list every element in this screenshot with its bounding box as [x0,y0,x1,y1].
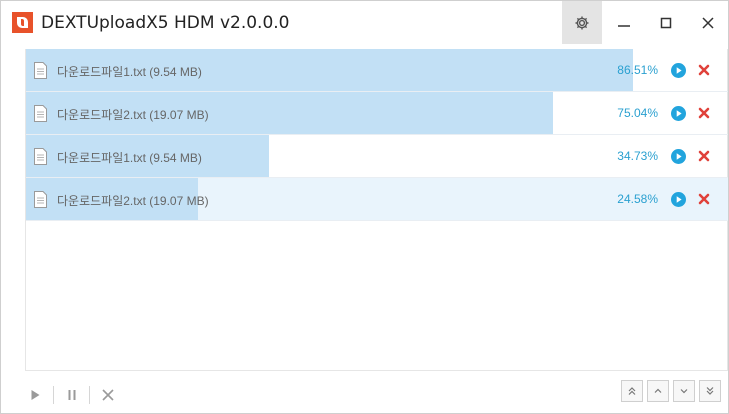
start-all-button[interactable] [21,381,49,409]
move-top-icon [628,387,636,395]
progress-percent: 34.73% [617,149,658,163]
file-icon [34,62,47,79]
list-border [25,49,26,371]
progress-percent: 75.04% [617,106,658,120]
play-icon[interactable] [671,192,686,207]
move-down-icon [680,389,688,394]
play-icon [31,390,40,400]
move-top-button[interactable] [621,380,643,402]
app-window: DEXTUploadX5 HDM v2.0.0.0 다운로드파일1.txt (9… [0,0,729,414]
file-icon [34,191,47,208]
play-icon[interactable] [671,106,686,121]
maximize-icon [660,17,672,28]
move-bottom-icon [706,387,714,395]
play-icon[interactable] [671,63,686,78]
move-bottom-button[interactable] [699,380,721,402]
dext-logo-icon [12,12,33,33]
file-name: 다운로드파일2.txt (19.07 MB) [57,194,209,208]
maximize-button[interactable] [646,1,686,44]
move-up-icon [654,388,662,393]
list-item[interactable]: 다운로드파일1.txt (9.54 MB) 34.73% [25,135,728,178]
minimize-button[interactable] [604,1,644,44]
toolbar-divider [53,386,54,404]
close-button[interactable] [688,1,728,44]
close-icon [702,16,714,29]
list-item[interactable]: 다운로드파일2.txt (19.07 MB) 75.04% [25,92,728,135]
settings-button[interactable] [562,1,602,44]
toolbar-divider [89,386,90,404]
file-icon [34,148,47,165]
move-down-button[interactable] [673,380,695,402]
file-name: 다운로드파일1.txt (9.54 MB) [57,65,202,79]
file-icon [34,105,47,122]
bottom-toolbar [25,376,728,414]
pause-icon [68,390,76,400]
move-up-button[interactable] [647,380,669,402]
file-name: 다운로드파일1.txt (9.54 MB) [57,151,202,165]
list-item[interactable]: 다운로드파일2.txt (19.07 MB) 24.58% [25,178,728,221]
title-bar: DEXTUploadX5 HDM v2.0.0.0 [1,1,728,44]
remove-icon[interactable] [697,106,711,120]
remove-icon[interactable] [697,63,711,77]
stop-all-button[interactable] [94,381,122,409]
pause-all-button[interactable] [58,381,86,409]
remove-icon[interactable] [697,192,711,206]
minimize-icon [618,24,630,27]
progress-percent: 86.51% [617,63,658,77]
progress-percent: 24.58% [617,192,658,206]
file-name: 다운로드파일2.txt (19.07 MB) [57,108,209,122]
stop-icon [102,389,114,401]
play-icon[interactable] [671,149,686,164]
settings-icon [575,16,589,29]
list-item[interactable]: 다운로드파일1.txt (9.54 MB) 86.51% [25,49,728,92]
download-list: 다운로드파일1.txt (9.54 MB) 86.51% 다운로드파일2.txt… [25,49,728,371]
window-title: DEXTUploadX5 HDM v2.0.0.0 [41,13,290,33]
remove-icon[interactable] [697,149,711,163]
